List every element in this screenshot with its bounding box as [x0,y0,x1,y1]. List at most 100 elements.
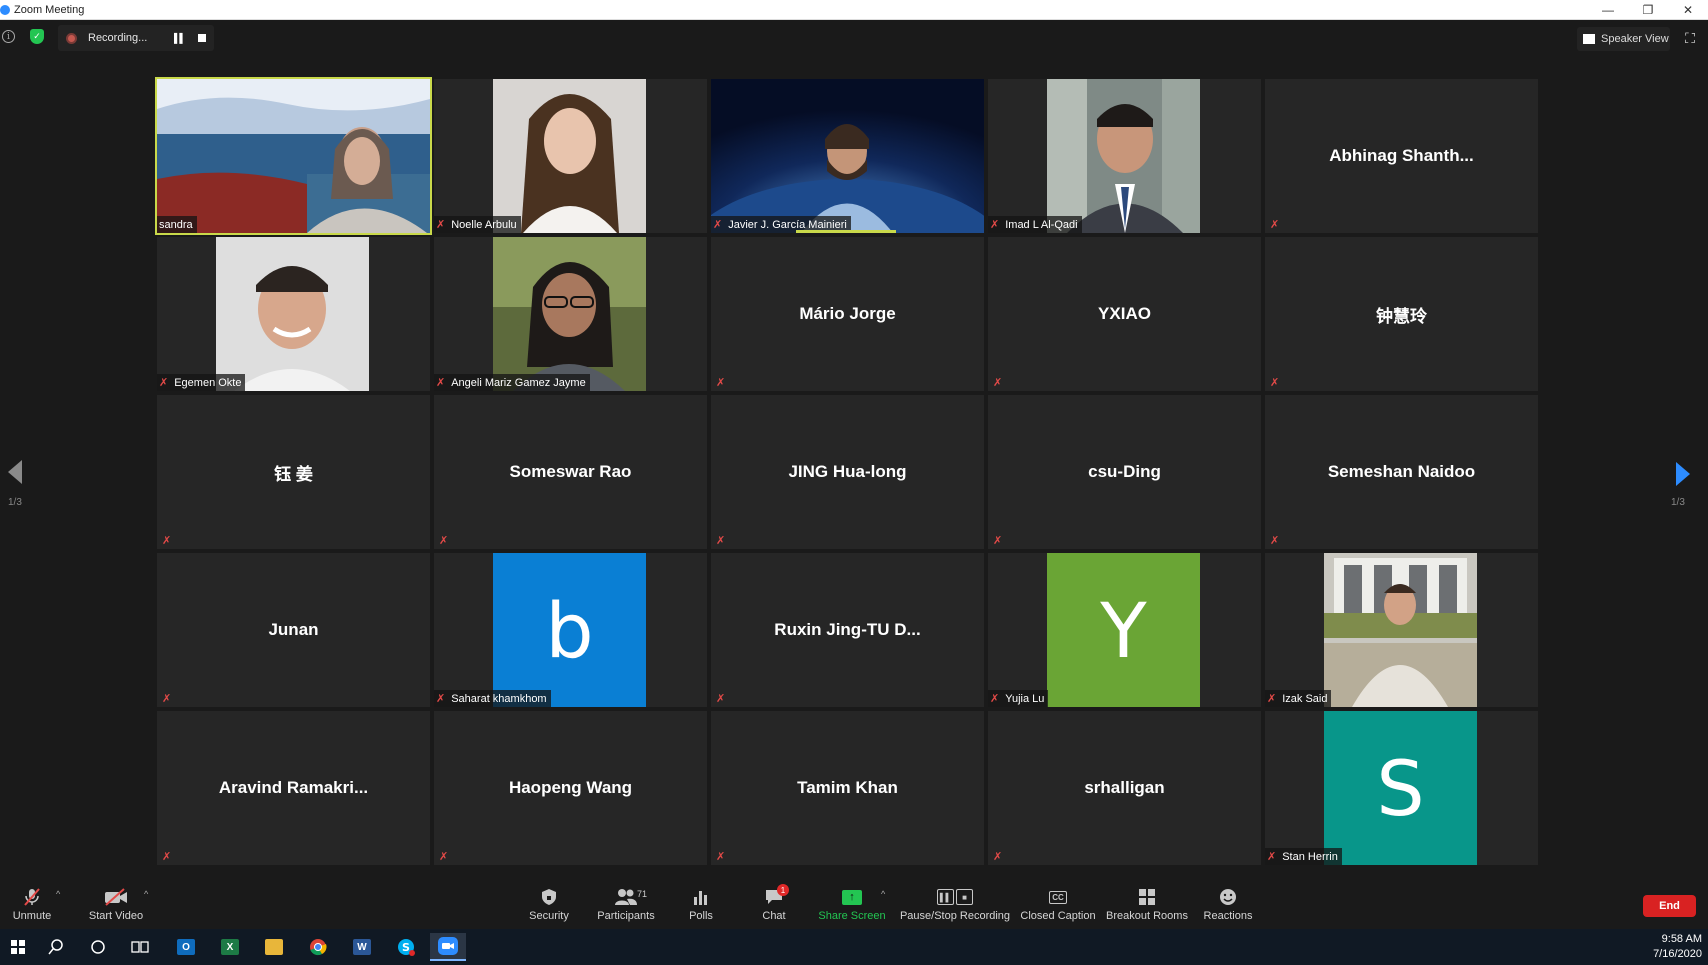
cortana-icon[interactable] [80,933,116,961]
audio-level-bar [796,230,896,233]
participant-tile[interactable]: Abhinag Shanth... ✗ [1265,79,1538,233]
participant-tile[interactable]: srhalligan ✗ [988,711,1261,865]
participant-name-plate: ✗ Saharat khamkhom [434,690,551,707]
participant-name-label: Egemen Okte [174,376,242,389]
participant-tile[interactable]: ✗ Javier J. García Mainieri [711,79,984,233]
next-page-arrow-icon[interactable] [1676,462,1690,486]
participant-tile[interactable]: Junan ✗ [157,553,430,707]
video-options-chevron-up-icon[interactable]: ^ [144,889,148,899]
participant-video-feed [1047,79,1200,233]
windows-start-icon[interactable] [0,933,36,961]
participant-display-name: csu-Ding [1088,462,1161,481]
muted-mic-icon: ✗ [993,535,1003,547]
participant-tile[interactable]: JING Hua-long ✗ [711,395,984,549]
participant-display-name: 钟慧玲 [1376,306,1427,326]
participant-name-plate: ✗ Noelle Arbulu [434,216,521,233]
participant-tile[interactable]: 钟慧玲 ✗ [1265,237,1538,391]
muted-mic-icon: ✗ [439,851,449,863]
participant-tile[interactable]: Haopeng Wang ✗ [434,711,707,865]
participant-display-name: Aravind Ramakri... [218,778,369,797]
speaker-view-button[interactable]: Speaker View [1577,27,1670,51]
participant-name-label: Imad L Al-Qadi [1005,218,1078,231]
participant-tile[interactable]: Ruxin Jing-TU D... ✗ [711,553,984,707]
share-screen-label: Share Screen [818,910,886,922]
security-button[interactable]: Security [527,877,571,929]
participant-tile[interactable]: Aravind Ramakri... ✗ [157,711,430,865]
unmute-button[interactable]: Unmute [8,877,56,929]
muted-mic-icon: ✗ [713,219,723,231]
muted-mic-icon: ✗ [716,535,726,547]
chrome-app-icon[interactable] [300,933,336,961]
participant-display-name: YXIAO [1098,304,1151,323]
chat-unread-badge: 1 [777,884,789,896]
participant-tile[interactable]: ✗ Izak Said [1265,553,1538,707]
participant-tile[interactable]: ✗ Imad L Al-Qadi [988,79,1261,233]
participant-display-name: Someswar Rao [509,462,632,481]
muted-mic-icon: ✗ [993,377,1003,389]
speaker-view-label: Speaker View [1601,33,1669,45]
breakout-rooms-button[interactable]: Breakout Rooms [1106,877,1188,929]
stop-recording-icon[interactable] [198,34,206,42]
muted-mic-icon: ✗ [159,377,169,389]
smiley-reactions-icon [1219,886,1237,908]
skype-app-icon[interactable]: S [388,933,424,961]
zoom-app-icon-taskbar[interactable] [430,933,466,961]
word-app-icon[interactable]: W [344,933,380,961]
search-icon[interactable] [38,933,74,961]
closed-caption-button[interactable]: CC Closed Caption [1020,877,1096,929]
share-options-chevron-up-icon[interactable]: ^ [881,889,885,899]
participant-tile[interactable]: Semeshan Naidoo ✗ [1265,395,1538,549]
muted-microphone-icon [22,886,42,908]
reactions-button[interactable]: Reactions [1203,877,1253,929]
participant-name-plate: ✗ Angeli Mariz Gamez Jayme [434,374,590,391]
minimize-button[interactable]: — [1588,0,1628,20]
participant-tile[interactable]: Someswar Rao ✗ [434,395,707,549]
share-screen-button[interactable]: ↑ Share Screen [818,877,886,929]
fullscreen-icon[interactable]: ⛶ [1682,30,1698,46]
pause-recording-icon[interactable]: ▌▌ [174,33,186,43]
participant-tile[interactable]: sandra [155,77,432,235]
taskbar-clock[interactable]: 9:58 AM 7/16/2020 [1653,932,1702,962]
participant-tile[interactable]: csu-Ding ✗ [988,395,1261,549]
participant-tile[interactable]: Mário Jorge ✗ [711,237,984,391]
muted-mic-icon: ✗ [990,219,1000,231]
start-video-button[interactable]: Start Video [86,877,146,929]
encryption-shield-icon[interactable]: ✓ [30,29,44,44]
participant-tile[interactable]: Y ✗ Yujia Lu [988,553,1261,707]
meeting-info-icon[interactable]: i [2,30,15,43]
muted-mic-icon: ✗ [162,851,172,863]
muted-mic-icon: ✗ [716,851,726,863]
start-video-label: Start Video [88,910,144,922]
participants-button[interactable]: Participants [595,877,657,929]
zoom-window: Zoom Meeting — ❐ ✕ i ✓ Recording... ▌▌ S… [0,0,1708,965]
pause-stop-recording-button[interactable]: ▌▌ ■ Pause/Stop Recording [900,877,1010,929]
recording-dot-icon [66,32,77,44]
previous-page-arrow-icon[interactable] [8,460,22,484]
participant-tile[interactable]: ✗ Angeli Mariz Gamez Jayme [434,237,707,391]
muted-mic-icon: ✗ [162,693,172,705]
audio-options-chevron-up-icon[interactable]: ^ [56,889,60,899]
restore-button[interactable]: ❐ [1628,0,1668,20]
participant-tile[interactable]: Tamim Khan ✗ [711,711,984,865]
closed-caption-icon: CC [1049,886,1067,908]
clock-time: 9:58 AM [1661,933,1702,945]
participant-tile[interactable]: YXIAO ✗ [988,237,1261,391]
participant-tile[interactable]: ✗ Egemen Okte [157,237,430,391]
participant-tile[interactable]: 钰 姜 ✗ [157,395,430,549]
task-view-icon[interactable] [122,933,158,961]
outlook-app-icon[interactable]: O [168,933,204,961]
bar-chart-icon [692,886,710,908]
participant-avatar: Y [1047,553,1200,707]
participant-display-name: Semeshan Naidoo [1327,462,1476,481]
participant-tile[interactable]: b ✗ Saharat khamkhom [434,553,707,707]
page-indicator-right: 1/3 [1671,497,1685,508]
polls-button[interactable]: Polls [686,877,716,929]
excel-app-icon[interactable]: X [212,933,248,961]
close-button[interactable]: ✕ [1668,0,1708,20]
participant-tile[interactable]: ✗ Noelle Arbulu [434,79,707,233]
end-meeting-button[interactable]: End [1643,895,1696,917]
file-explorer-icon[interactable] [256,933,292,961]
participant-tile[interactable]: S ✗ Stan Herrin [1265,711,1538,865]
participants-count: 71 [637,889,648,899]
muted-mic-icon: ✗ [1270,535,1280,547]
